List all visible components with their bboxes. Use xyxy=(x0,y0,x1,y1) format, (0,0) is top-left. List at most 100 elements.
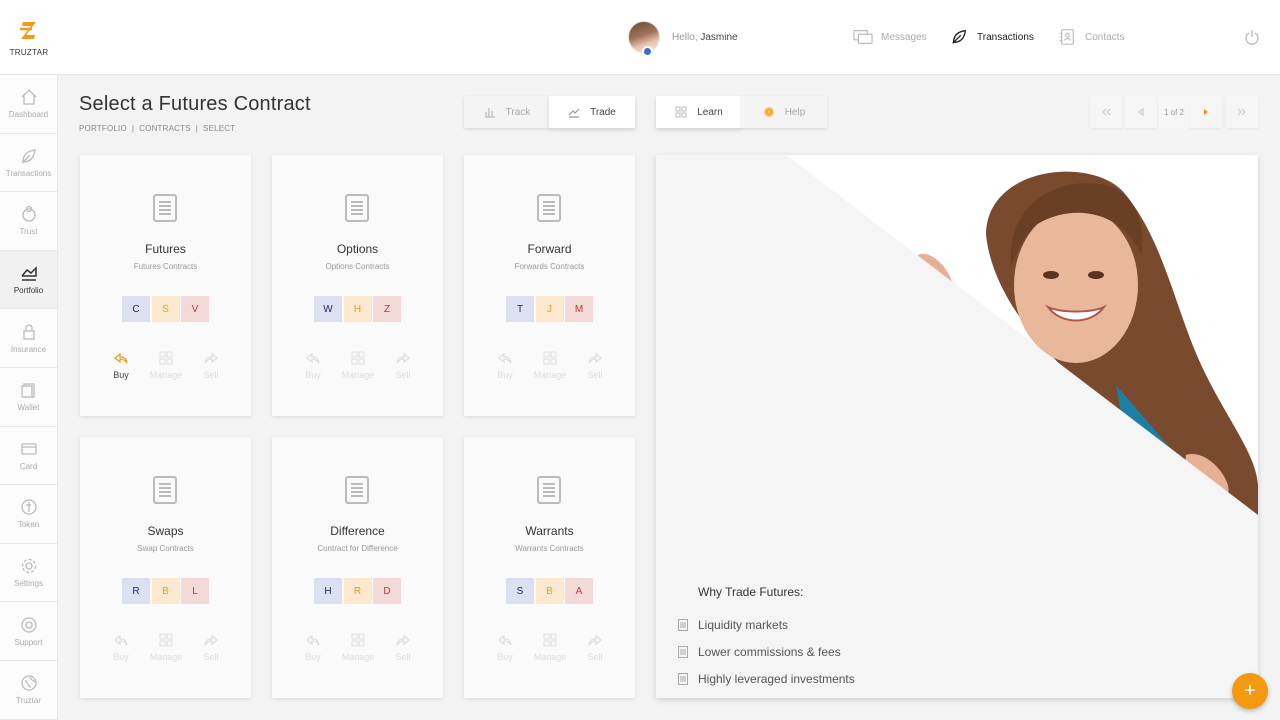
tab-help[interactable]: Help xyxy=(741,96,827,128)
sell-button[interactable]: Sell xyxy=(575,633,615,662)
manage-button[interactable]: Manage xyxy=(146,351,186,380)
ticker-badge[interactable]: H xyxy=(343,296,372,322)
ticker-badge[interactable]: R xyxy=(343,578,372,604)
list-item: Lower commissions & fees xyxy=(678,638,855,665)
chart-icon xyxy=(20,266,37,281)
sidebar-item-settings[interactable]: Settings xyxy=(0,543,57,603)
ticker-badge[interactable]: S xyxy=(151,296,180,322)
add-button[interactable]: + xyxy=(1232,673,1268,709)
sidebar-item-token[interactable]: Token xyxy=(0,485,57,544)
sell-button[interactable]: Sell xyxy=(575,351,615,380)
sell-button[interactable]: Sell xyxy=(191,351,231,380)
ticker-badge[interactable]: Z xyxy=(373,296,401,322)
contract-card-options[interactable]: Options Options Contracts W H Z Buy Mana… xyxy=(272,155,443,416)
prev-page-button[interactable] xyxy=(1125,96,1157,128)
ticker-badge[interactable]: H xyxy=(314,578,342,604)
sidebar-item-card[interactable]: Card xyxy=(0,426,57,486)
buy-button[interactable]: Buy xyxy=(485,633,525,662)
avatar[interactable] xyxy=(628,21,660,57)
home-icon xyxy=(21,89,36,105)
reply-icon xyxy=(306,634,320,646)
ticker-badge[interactable]: C xyxy=(122,296,150,322)
sidebar: Dashboard Transactions Trust Portfolio I… xyxy=(0,75,58,720)
ticker-badge[interactable]: V xyxy=(181,296,209,322)
manage-button[interactable]: Manage xyxy=(530,351,570,380)
manage-button[interactable]: Manage xyxy=(530,633,570,662)
user-greeting[interactable]: Hello, Jasmine xyxy=(628,21,738,57)
document-icon xyxy=(537,476,561,504)
sidebar-item-truztar[interactable]: Truztar xyxy=(0,660,57,720)
tab-trade[interactable]: Trade xyxy=(549,96,635,128)
ticker-badge[interactable]: T xyxy=(506,296,534,322)
ticker-badge[interactable]: S xyxy=(506,578,534,604)
badge-group: R B L xyxy=(122,578,211,604)
first-page-button[interactable] xyxy=(1090,96,1122,128)
sidebar-item-insurance[interactable]: Insurance xyxy=(0,309,57,368)
sidebar-item-dashboard[interactable]: Dashboard xyxy=(0,75,57,134)
ticker-badge[interactable]: W xyxy=(314,296,342,322)
buy-button[interactable]: Buy xyxy=(485,351,525,380)
forward-icon xyxy=(588,352,602,364)
contract-card-futures[interactable]: Futures Futures Contracts C S V Buy Mana… xyxy=(80,155,251,416)
ticker-badge[interactable]: L xyxy=(181,578,209,604)
ticker-badge[interactable]: B xyxy=(151,578,180,604)
contract-card-difference[interactable]: Difference Contract for Difference H R D… xyxy=(272,437,443,698)
card-icon xyxy=(20,443,37,455)
buy-button[interactable]: Buy xyxy=(101,633,141,662)
lock-icon xyxy=(22,324,35,340)
forward-icon xyxy=(204,634,218,646)
card-title: Difference xyxy=(330,524,385,538)
contacts-icon xyxy=(1059,29,1074,45)
nav-transactions[interactable]: Transactions xyxy=(949,28,1034,46)
ticker-badge[interactable]: D xyxy=(373,578,401,604)
breadcrumb-item[interactable]: PORTFOLIO xyxy=(79,124,127,133)
sell-button[interactable]: Sell xyxy=(383,633,423,662)
breadcrumb-item[interactable]: CONTRACTS xyxy=(139,124,191,133)
manage-button[interactable]: Manage xyxy=(338,351,378,380)
forward-icon xyxy=(396,634,410,646)
ticker-badge[interactable]: A xyxy=(565,578,593,604)
sell-button[interactable]: Sell xyxy=(191,633,231,662)
grid-icon xyxy=(543,351,557,365)
reply-icon xyxy=(498,352,512,364)
badge-group: S B A xyxy=(506,578,595,604)
ticker-badge[interactable]: J xyxy=(535,296,564,322)
bar-chart-icon xyxy=(484,108,495,118)
sidebar-item-wallet[interactable]: Wallet xyxy=(0,367,57,427)
help-icon xyxy=(763,107,774,117)
buy-button[interactable]: Buy xyxy=(293,351,333,380)
manage-button[interactable]: Manage xyxy=(338,633,378,662)
document-icon xyxy=(153,476,177,504)
card-subtitle: Contract for Difference xyxy=(317,544,398,553)
logo[interactable]: TRUZTAR xyxy=(0,0,58,75)
buy-button[interactable]: Buy xyxy=(101,351,141,380)
sidebar-item-trust[interactable]: Trust xyxy=(0,192,57,251)
contract-card-forward[interactable]: Forward Forwards Contracts T J M Buy Man… xyxy=(464,155,635,416)
tab-track[interactable]: Track xyxy=(464,96,550,128)
card-title: Options xyxy=(336,242,379,256)
tab-learn[interactable]: Learn xyxy=(656,96,742,128)
promo-panel: Why Trade Futures: Liquidity markets Low… xyxy=(656,155,1258,698)
ticker-badge[interactable]: R xyxy=(122,578,150,604)
nav-contacts[interactable]: Contacts xyxy=(1057,28,1124,46)
buy-button[interactable]: Buy xyxy=(293,633,333,662)
sell-button[interactable]: Sell xyxy=(383,351,423,380)
document-icon xyxy=(678,672,688,685)
sidebar-item-support[interactable]: Support xyxy=(0,602,57,661)
ticker-badge[interactable]: B xyxy=(535,578,564,604)
badge-group: W H Z xyxy=(314,296,403,322)
power-icon[interactable] xyxy=(1244,29,1260,45)
last-page-button[interactable] xyxy=(1226,96,1258,128)
contract-card-warrants[interactable]: Warrants Warrants Contracts S B A Buy Ma… xyxy=(464,437,635,698)
contract-card-swaps[interactable]: Swaps Swap Contracts R B L Buy Manage Se… xyxy=(80,437,251,698)
next-page-button[interactable] xyxy=(1190,96,1222,128)
logo-text: TRUZTAR xyxy=(9,48,49,57)
sidebar-item-portfolio[interactable]: Portfolio xyxy=(0,250,57,310)
nav-messages[interactable]: Messages xyxy=(853,28,927,46)
sidebar-item-transactions[interactable]: Transactions xyxy=(0,133,57,193)
ticker-badge[interactable]: M xyxy=(565,296,593,322)
card-actions: Buy Manage Sell xyxy=(485,351,615,380)
breadcrumb: PORTFOLIO | CONTRACTS | SELECT xyxy=(79,124,236,133)
leaf-icon xyxy=(21,149,36,164)
manage-button[interactable]: Manage xyxy=(146,633,186,662)
